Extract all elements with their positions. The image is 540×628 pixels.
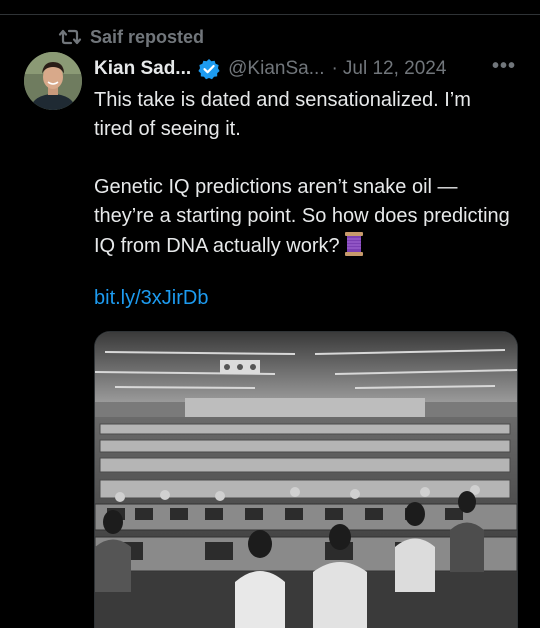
tweet-paragraph-2: Genetic IQ predictions aren’t snake oil … — [94, 173, 514, 261]
tweet-link[interactable]: bit.ly/3xJirDb — [94, 287, 208, 310]
separator-dot: · — [331, 58, 338, 79]
tweet-paragraph-1: This take is dated and sensationalized. … — [94, 89, 471, 140]
repost-indicator[interactable]: Saif reposted — [58, 26, 204, 48]
repost-label: Saif reposted — [90, 26, 205, 47]
tweet-paragraph-2-text: Genetic IQ predictions aren’t snake oil … — [94, 176, 510, 257]
tweet-header: Kian Sad... @KianSa... · Jul 12, 2024 ••… — [94, 55, 524, 83]
spool-of-thread-icon — [343, 231, 365, 257]
repost-icon — [58, 29, 82, 45]
tweet-text: This take is dated and sensationalized. … — [94, 86, 514, 261]
author-name[interactable]: Kian Sad... — [94, 58, 191, 80]
tweet-media-image[interactable] — [94, 331, 518, 628]
avatar[interactable] — [24, 52, 82, 110]
tweet-date[interactable]: Jul 12, 2024 — [343, 58, 447, 80]
mission-control-photo — [95, 332, 517, 628]
top-divider — [0, 14, 540, 15]
more-options-icon[interactable]: ••• — [492, 55, 516, 78]
author-handle[interactable]: @KianSa... — [228, 58, 324, 80]
verified-icon — [198, 58, 220, 80]
